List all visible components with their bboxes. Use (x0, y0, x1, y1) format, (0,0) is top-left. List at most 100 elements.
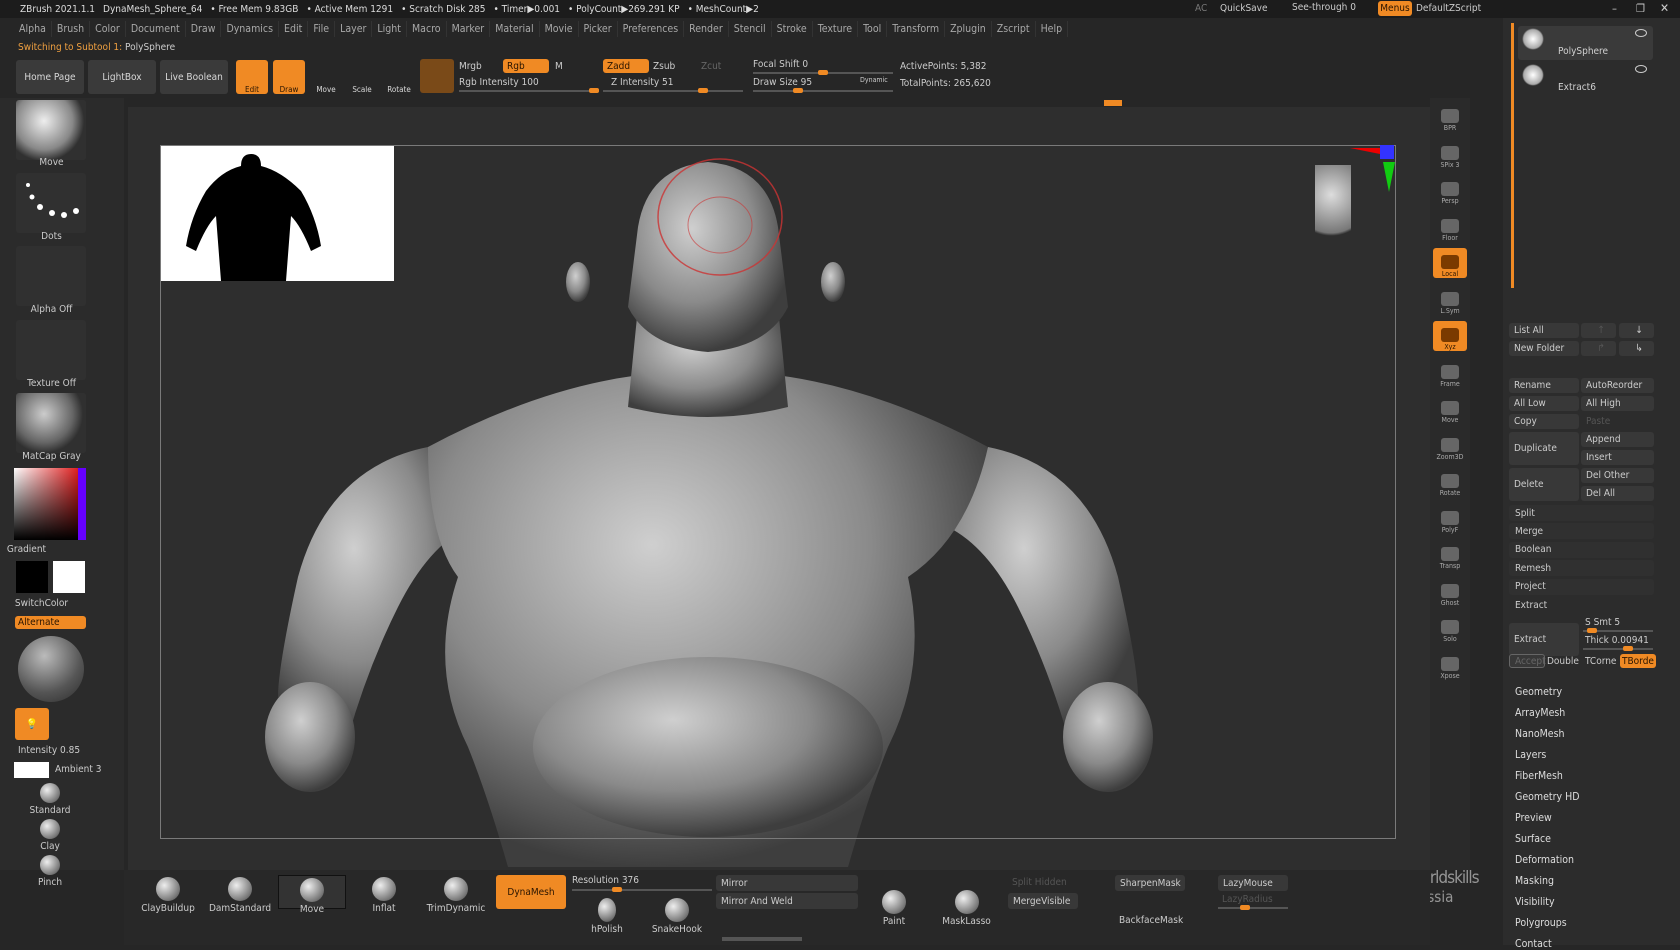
brush-pinch[interactable]: Pinch (10, 855, 90, 888)
menu-render[interactable]: Render (684, 21, 729, 37)
light-sphere[interactable] (18, 636, 84, 702)
menu-light[interactable]: Light (372, 21, 407, 37)
shelf-frame[interactable]: Frame (1433, 358, 1467, 388)
menu-movie[interactable]: Movie (540, 21, 579, 37)
tool-menu-geometry-hd[interactable]: Geometry HD (1515, 791, 1579, 803)
lightbox-button[interactable]: LightBox (88, 60, 156, 94)
snakehook-brush[interactable]: SnakeHook (647, 898, 707, 935)
shelf-brush-trimdynamic[interactable]: TrimDynamic (422, 875, 490, 914)
menu-color[interactable]: Color (90, 21, 126, 37)
tool-menu-geometry[interactable]: Geometry (1515, 686, 1562, 698)
section-extract[interactable]: Extract (1509, 597, 1654, 613)
material-thumbnail[interactable] (16, 393, 86, 453)
menu-file[interactable]: File (308, 21, 336, 37)
dynamesh-button[interactable]: DynaMesh (496, 875, 566, 909)
light-bulb-icon[interactable]: 💡 (15, 708, 49, 740)
section-boolean[interactable]: Boolean (1509, 541, 1654, 558)
auto-reorder-button[interactable]: AutoReorder (1581, 378, 1654, 393)
tborder-toggle[interactable]: TBorde (1620, 654, 1656, 668)
del-other-button[interactable]: Del Other (1581, 468, 1654, 483)
brush-clay[interactable]: Clay (10, 819, 90, 852)
menu-marker[interactable]: Marker (447, 21, 491, 37)
m-button[interactable]: M (555, 61, 563, 72)
subtool-item[interactable]: PolySphere (1518, 26, 1653, 60)
shelf-move[interactable]: Move (1433, 394, 1467, 424)
paste-button[interactable]: Paste (1581, 414, 1654, 429)
shelf-zoom3d[interactable]: Zoom3D (1433, 431, 1467, 461)
rename-button[interactable]: Rename (1509, 378, 1579, 393)
insert-button[interactable]: Insert (1581, 450, 1654, 465)
list-all-button[interactable]: List All (1509, 323, 1579, 338)
zsub-button[interactable]: Zsub (653, 61, 675, 72)
shelf-floor[interactable]: Floor (1433, 212, 1467, 242)
primary-color-swatch[interactable] (53, 561, 85, 593)
rotate-button[interactable]: Rotate (383, 60, 415, 94)
menu-stencil[interactable]: Stencil (729, 21, 772, 37)
brush-standard[interactable]: Standard (10, 783, 90, 816)
menu-transform[interactable]: Transform (887, 21, 946, 37)
s-smt-slider[interactable]: S Smt 5 (1585, 617, 1620, 628)
hpolish-brush[interactable]: hPolish (582, 898, 632, 935)
paint-brush[interactable]: Paint (874, 890, 914, 927)
material-sphere-icon[interactable] (420, 59, 454, 93)
arrow-move-icon[interactable]: ↳ (1619, 341, 1654, 356)
shelf-brush-claybuildup[interactable]: ClayBuildup (134, 875, 202, 914)
menu-preferences[interactable]: Preferences (618, 21, 685, 37)
section-split[interactable]: Split (1509, 505, 1654, 521)
ambient-swatch[interactable] (14, 762, 49, 778)
menus-toggle[interactable]: Menus (1378, 1, 1412, 16)
merge-visible-button[interactable]: MergeVisible (1008, 893, 1078, 909)
tool-menu-fibermesh[interactable]: FiberMesh (1515, 770, 1563, 782)
focal-shift-slider[interactable]: Focal Shift 0 (753, 59, 808, 70)
shelf-xyz[interactable]: Xyz (1433, 321, 1467, 351)
home-page-button[interactable]: Home Page (16, 60, 84, 94)
extract-button[interactable]: Extract (1509, 623, 1579, 656)
shelf-local[interactable]: Local (1433, 248, 1467, 278)
menu-stroke[interactable]: Stroke (772, 21, 813, 37)
menu-edit[interactable]: Edit (279, 21, 309, 37)
shelf-brush-inflat[interactable]: Inflat (350, 875, 418, 914)
shelf-scroll-handle[interactable] (722, 937, 802, 941)
color-picker[interactable] (14, 468, 86, 540)
section-merge[interactable]: Merge (1509, 523, 1654, 540)
stroke-dots-icon[interactable] (16, 173, 86, 233)
edit-button[interactable]: Edit (236, 60, 268, 94)
intensity-slider[interactable]: Intensity 0.85 (18, 745, 80, 756)
append-button[interactable]: Append (1581, 432, 1654, 447)
zadd-button[interactable]: Zadd (603, 59, 649, 73)
alpha-thumbnail[interactable] (16, 246, 86, 306)
subtool-item[interactable]: Extract6 (1518, 62, 1653, 96)
menu-brush[interactable]: Brush (52, 21, 91, 37)
shelf-spix3[interactable]: SPix 3 (1433, 139, 1467, 169)
eye-icon[interactable] (1635, 29, 1647, 37)
rgb-intensity-slider[interactable]: Rgb Intensity 100 (459, 77, 539, 88)
shelf-brush-damstandard[interactable]: DamStandard (206, 875, 274, 914)
tool-menu-layers[interactable]: Layers (1515, 749, 1546, 761)
arrow-redo-icon[interactable]: ↱ (1581, 341, 1616, 356)
menu-texture[interactable]: Texture (813, 21, 859, 37)
rgb-button[interactable]: Rgb (503, 59, 549, 73)
menu-dynamics[interactable]: Dynamics (221, 21, 280, 37)
arrow-down-icon[interactable]: ↓ (1619, 323, 1654, 338)
z-intensity-slider[interactable]: Z Intensity 51 (611, 77, 673, 88)
shelf-rotate[interactable]: Rotate (1433, 467, 1467, 497)
accept-button[interactable]: Accept (1509, 654, 1546, 668)
ambient-slider[interactable]: Ambient 3 (55, 764, 101, 775)
see-through-slider[interactable]: See-through 0 (1292, 2, 1356, 13)
menu-layer[interactable]: Layer (335, 21, 373, 37)
split-hidden-button[interactable]: Split Hidden (1012, 877, 1067, 888)
texture-thumbnail[interactable] (16, 320, 86, 380)
tool-menu-nanomesh[interactable]: NanoMesh (1515, 728, 1565, 740)
mrgb-button[interactable]: Mrgb (459, 61, 482, 72)
mirror-and-weld-button[interactable]: Mirror And Weld (716, 893, 858, 909)
arrow-up-icon[interactable]: ↑ (1581, 323, 1616, 338)
backface-mask-button[interactable]: BackfaceMask (1119, 915, 1183, 926)
menu-draw[interactable]: Draw (186, 21, 222, 37)
shelf-transp[interactable]: Transp (1433, 540, 1467, 570)
restore-icon[interactable]: ❐ (1636, 2, 1645, 15)
tcorner-toggle[interactable]: TCorne (1585, 656, 1616, 667)
shelf-solo[interactable]: Solo (1433, 613, 1467, 643)
close-icon[interactable]: ✕ (1660, 1, 1669, 15)
resolution-slider[interactable]: Resolution 376 (572, 875, 639, 886)
tool-menu-contact[interactable]: Contact (1515, 938, 1552, 950)
